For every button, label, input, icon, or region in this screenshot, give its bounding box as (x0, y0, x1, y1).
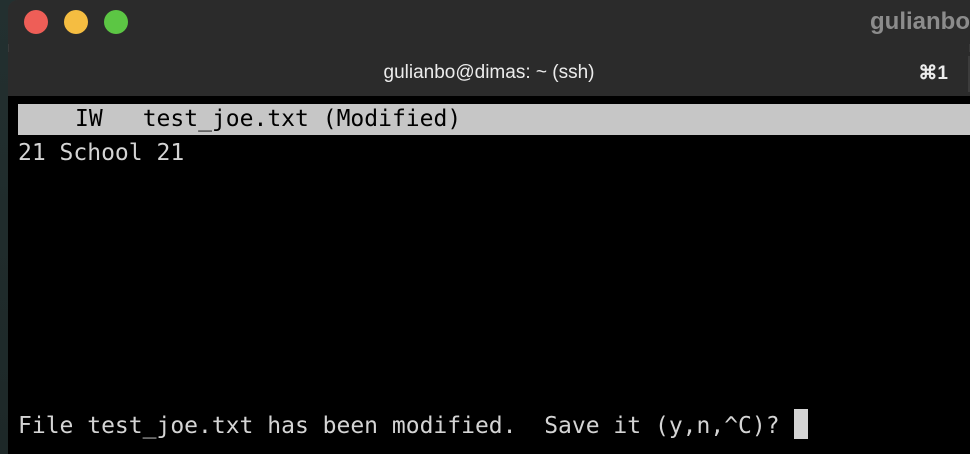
tab-bar: gulianbo@dimas: ~ (ssh) ⌘1 (8, 52, 970, 96)
zoom-button-icon[interactable] (104, 10, 128, 34)
tab-shortcut-label: ⌘1 (918, 63, 948, 84)
terminal-content[interactable]: IW test_joe.txt (Modified) 21 School 21 F… (8, 96, 970, 454)
terminal-cursor-icon (793, 409, 808, 439)
desktop-background: gulianbo gulianbo@dimas: ~ (ssh) ⌘1 IW te… (0, 0, 970, 454)
editor-filename: test_joe.txt (Modified) (142, 106, 462, 132)
save-prompt-text: File test_joe.txt has been modified. Sav… (18, 413, 780, 439)
minimize-button-icon[interactable] (64, 10, 88, 34)
tab-ssh-session[interactable]: gulianbo@dimas: ~ (ssh) (8, 62, 970, 84)
terminal-window: gulianbo gulianbo@dimas: ~ (ssh) ⌘1 IW te… (8, 0, 970, 454)
save-prompt: File test_joe.txt has been modified. Sav… (18, 409, 808, 442)
editor-text-line[interactable]: 21 School 21 (18, 138, 184, 169)
window-titlebar[interactable]: gulianbo (8, 0, 970, 44)
editor-status-bar: IW test_joe.txt (Modified) (18, 104, 970, 135)
close-button-icon[interactable] (24, 10, 48, 34)
editor-mode-indicator: IW (75, 106, 103, 132)
window-title: gulianbo (870, 8, 970, 35)
